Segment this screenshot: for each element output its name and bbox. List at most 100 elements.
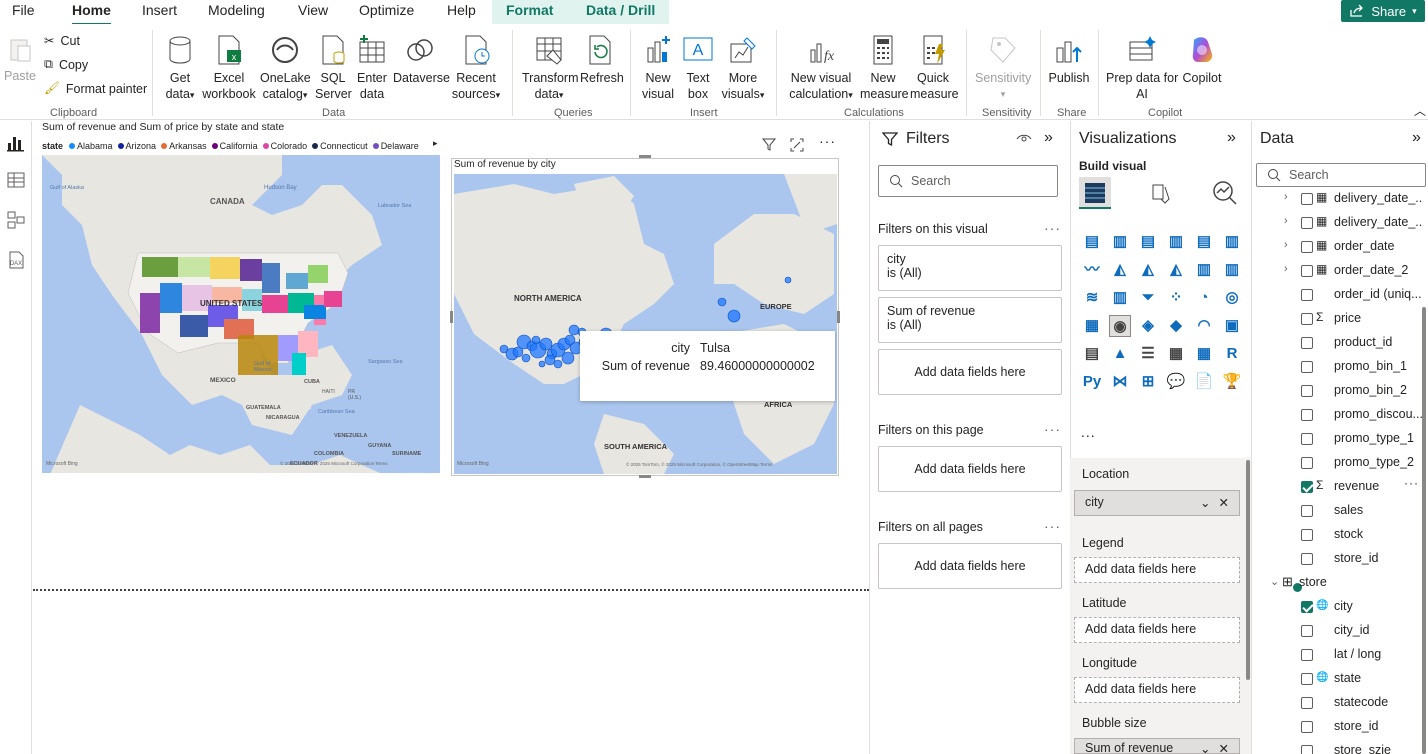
city-bubble[interactable] [784, 276, 792, 284]
share-button[interactable]: Share ▾ [1341, 0, 1425, 22]
ribbon-visual-icon[interactable]: ≋ [1081, 287, 1103, 309]
field-checkbox[interactable] [1301, 481, 1313, 493]
field-checkbox[interactable] [1301, 457, 1313, 469]
resize-handle[interactable] [639, 475, 651, 478]
city-bubble[interactable] [717, 297, 727, 307]
data-field-row[interactable]: › ▦ delivery_date_... [1252, 211, 1422, 235]
menu-help[interactable]: Help [447, 2, 476, 18]
data-field-row[interactable]: ⌄ ⊞ store [1252, 571, 1422, 595]
data-field-row[interactable]: promo_type_1 [1252, 427, 1422, 451]
well-longitude[interactable]: Add data fields here [1074, 677, 1240, 703]
field-checkbox[interactable] [1301, 673, 1313, 685]
data-field-row[interactable]: promo_bin_1 [1252, 355, 1422, 379]
pie-visual-icon[interactable]: ◔ [1193, 287, 1215, 309]
data-field-row[interactable]: Σprice [1252, 307, 1422, 331]
onelake-catalog-button[interactable]: OneLake catalog▾ [260, 34, 311, 103]
field-checkbox[interactable] [1301, 649, 1313, 661]
legend-item-alabama[interactable]: Alabama [69, 141, 113, 151]
more-options-icon[interactable]: ··· [1044, 220, 1061, 236]
text-box-button[interactable]: A Text box [681, 34, 715, 102]
city-bubble[interactable] [521, 353, 531, 363]
data-field-row[interactable]: promo_bin_2 [1252, 379, 1422, 403]
more-visuals-button[interactable]: More visuals▾ [719, 34, 767, 103]
field-checkbox[interactable] [1301, 553, 1313, 565]
azure-map-visual-icon[interactable]: ◆ [1165, 315, 1187, 337]
menu-format[interactable]: Format [506, 2, 553, 18]
collapse-data-icon[interactable]: » [1412, 129, 1421, 147]
report-view-icon[interactable] [5, 131, 27, 153]
key-influencers-visual-icon[interactable]: ⋈ [1109, 371, 1131, 393]
well-bubble-revenue[interactable]: Sum of revenue ⌄ ✕ [1074, 738, 1240, 754]
more-options-icon[interactable]: ··· [1044, 518, 1061, 534]
field-checkbox[interactable] [1301, 625, 1313, 637]
resize-handle[interactable] [837, 311, 840, 323]
donut-visual-icon[interactable]: ◎ [1221, 287, 1243, 309]
report-canvas[interactable]: Sum of revenue and Sum of price by state… [33, 121, 869, 754]
more-options-icon[interactable]: ··· [1044, 421, 1061, 437]
chevron-right-icon[interactable]: › [1284, 191, 1288, 203]
line-clustered-visual-icon[interactable]: ▥ [1221, 259, 1243, 281]
field-checkbox[interactable] [1301, 409, 1313, 421]
visual2-bubble-map[interactable]: NORTH AMERICA EUROPE AFRICA SOUTH AMERIC… [454, 174, 837, 474]
field-checkbox[interactable] [1301, 433, 1313, 445]
field-checkbox[interactable] [1301, 193, 1313, 205]
stacked-area-visual-icon[interactable]: ◭ [1137, 259, 1159, 281]
more-visuals-ellipsis[interactable]: ... [1081, 424, 1096, 440]
resize-handle[interactable] [450, 311, 453, 323]
gauge-visual-icon[interactable]: ◠ [1193, 315, 1215, 337]
resize-handle[interactable] [639, 155, 651, 158]
data-scrollbar[interactable] [1422, 307, 1426, 754]
data-field-row[interactable]: 🌐 state [1252, 667, 1422, 691]
city-bubble[interactable] [544, 354, 556, 366]
field-checkbox[interactable] [1301, 265, 1313, 277]
cut-button[interactable]: ✂ Cut [44, 33, 80, 49]
field-checkbox[interactable] [1301, 289, 1313, 301]
data-field-row[interactable]: › ▦ delivery_date_... [1252, 187, 1422, 211]
sql-server-button[interactable]: SQL Server [315, 34, 352, 102]
data-field-row[interactable]: sales [1252, 499, 1422, 523]
chevron-right-icon[interactable]: › [1284, 263, 1288, 275]
city-bubble[interactable] [538, 360, 546, 368]
dax-query-view-icon[interactable]: DAX [5, 249, 27, 271]
well-legend[interactable]: Add data fields here [1074, 557, 1240, 583]
city-bubble[interactable] [531, 335, 541, 345]
chevron-down-icon[interactable]: ⌄ [1200, 741, 1210, 753]
stacked-column-visual-icon[interactable]: ▥ [1109, 231, 1131, 253]
filter-drop-visual[interactable]: Add data fields here [878, 349, 1062, 395]
analytics-icon[interactable] [1211, 179, 1239, 210]
100-bar-visual-icon[interactable]: ▤ [1193, 231, 1215, 253]
refresh-button[interactable]: Refresh [580, 34, 624, 86]
field-checkbox[interactable] [1301, 361, 1313, 373]
legend-item-california[interactable]: California [211, 141, 258, 151]
menu-view[interactable]: View [298, 2, 328, 18]
100-area-visual-icon[interactable]: ◭ [1165, 259, 1187, 281]
python-visual-visual-icon[interactable]: Py [1081, 371, 1103, 393]
data-field-row[interactable]: product_id [1252, 331, 1422, 355]
data-field-row[interactable]: Σrevenue [1252, 475, 1422, 499]
visual2-container[interactable]: Sum of revenue by city NORTH AMERICA EUR… [451, 158, 839, 476]
legend-item-colorado[interactable]: Colorado [262, 141, 307, 151]
field-checkbox[interactable] [1301, 337, 1313, 349]
enter-data-button[interactable]: Enter data [356, 34, 388, 102]
field-checkbox[interactable] [1301, 505, 1313, 517]
r-visual-visual-icon[interactable]: R [1221, 343, 1243, 365]
decomposition-tree-visual-icon[interactable]: ⊞ [1137, 371, 1159, 393]
focus-mode-icon[interactable] [789, 137, 805, 156]
more-options-icon[interactable]: ··· [819, 133, 836, 149]
sensitivity-button[interactable]: Sensitivity ▾ [975, 34, 1031, 102]
close-icon[interactable]: ✕ [1219, 741, 1229, 753]
smart-narrative-visual-icon[interactable]: 📄 [1193, 371, 1215, 393]
copy-button[interactable]: ⧉ Copy [44, 57, 88, 72]
filter-card-revenue[interactable]: Sum of revenue is (All) [878, 297, 1062, 343]
field-checkbox[interactable] [1301, 217, 1313, 229]
city-bubble[interactable] [727, 309, 741, 323]
transform-data-button[interactable]: Transform data▾ [522, 34, 579, 103]
chevron-right-icon[interactable]: › [1284, 239, 1288, 251]
data-field-row[interactable]: city_id [1252, 619, 1422, 643]
data-field-row[interactable]: store_id [1252, 715, 1422, 739]
more-options-icon[interactable]: ··· [1404, 476, 1419, 490]
get-data-button[interactable]: Get data▾ [162, 34, 198, 103]
multirow-card-visual-icon[interactable]: ▤ [1081, 343, 1103, 365]
waterfall-visual-icon[interactable]: ▥ [1109, 287, 1131, 309]
paginated-visual-icon[interactable]: 🏆 [1221, 371, 1243, 393]
